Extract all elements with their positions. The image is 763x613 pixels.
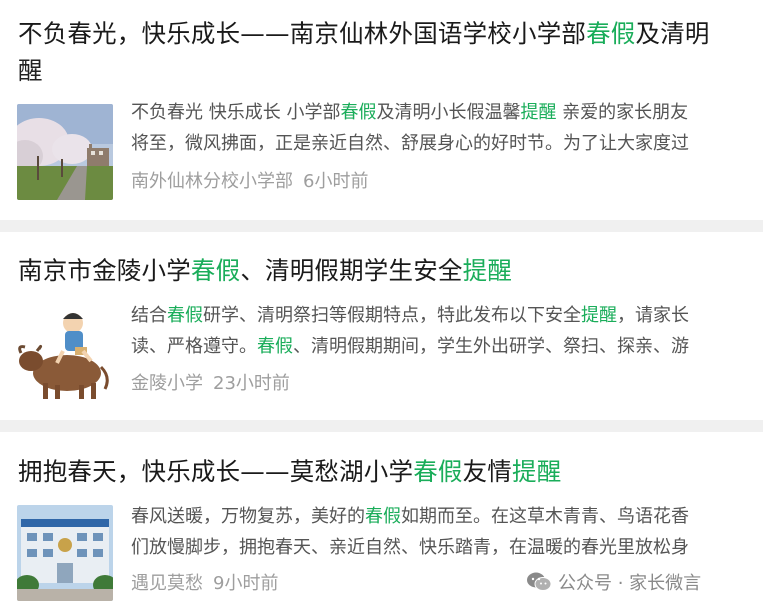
article-thumbnail[interactable] bbox=[17, 505, 113, 601]
text-segment: 、清明假期学生安全 bbox=[240, 256, 463, 285]
keyword-highlight: 提醒 bbox=[512, 457, 562, 486]
snippet-line: 春风送暖，万物复苏，美好的春假如期而至。在这草木青青、鸟语花香 bbox=[131, 501, 763, 532]
keyword-highlight: 醒 bbox=[18, 56, 43, 85]
keyword-highlight: 提醒 bbox=[520, 102, 557, 123]
article-meta: 金陵小学 23小时前 bbox=[131, 372, 290, 396]
school-building-photo bbox=[17, 505, 113, 601]
keyword-highlight: 春假 bbox=[586, 19, 636, 48]
article-source[interactable]: 遇见莫愁 bbox=[131, 573, 203, 594]
snippet-line: 结合春假研学、清明祭扫等假期特点，特此发布以下安全提醒，请家长 bbox=[131, 300, 763, 331]
separator bbox=[0, 420, 763, 432]
child-riding-ox-illustration bbox=[17, 305, 113, 401]
article-snippet: 春风送暖，万物复苏，美好的春假如期而至。在这草木青青、鸟语花香 们放慢脚步，拥抱… bbox=[131, 501, 763, 563]
keyword-highlight: 提醒 bbox=[581, 305, 617, 326]
keyword-highlight: 春假 bbox=[257, 336, 293, 357]
article-meta: 遇见莫愁 9小时前 bbox=[131, 572, 278, 596]
text-segment: 拥抱春天，快乐成长——莫愁湖小学 bbox=[18, 457, 414, 486]
keyword-highlight: 春假 bbox=[167, 305, 203, 326]
text-segment: 不负春光 快乐成长 小学部 bbox=[131, 102, 341, 123]
article-time: 6小时前 bbox=[303, 171, 369, 192]
article-time: 9小时前 bbox=[213, 573, 279, 594]
article-thumbnail[interactable] bbox=[17, 305, 113, 401]
snippet-line: 将至，微风拂面，正是亲近自然、舒展身心的好时节。为了让大家度过 bbox=[131, 128, 763, 159]
separator bbox=[0, 220, 763, 232]
campus-cherry-blossom-photo bbox=[17, 104, 113, 200]
keyword-highlight: 春假 bbox=[413, 457, 463, 486]
article-source[interactable]: 金陵小学 bbox=[131, 373, 203, 394]
watermark: 公众号 · 家长微言 bbox=[526, 568, 701, 596]
article-title[interactable]: 不负春光，快乐成长——南京仙林外国语学校小学部春假及清明 bbox=[18, 11, 710, 57]
article-card-1[interactable]: 不负春光，快乐成长——南京仙林外国语学校小学部春假及清明 醒 不负春光 快乐成长… bbox=[0, 0, 763, 220]
article-title-line2[interactable]: 醒 bbox=[18, 48, 43, 94]
article-time: 23小时前 bbox=[213, 373, 290, 394]
keyword-highlight: 提醒 bbox=[462, 256, 513, 285]
text-segment: 友情 bbox=[462, 457, 513, 486]
text-segment: 不负春光，快乐成长——南京仙林外国语学校小学部 bbox=[18, 19, 587, 48]
text-segment: 、清明假期期间，学生外出研学、祭扫、探亲、游 bbox=[293, 336, 689, 357]
snippet-line: 不负春光 快乐成长 小学部春假及清明小长假温馨提醒 亲爱的家长朋友 bbox=[131, 97, 763, 128]
article-meta: 南外仙林分校小学部 6小时前 bbox=[131, 170, 368, 194]
text-segment: 将至，微风拂面，正是亲近自然、舒展身心的好时节。为了让大家度过 bbox=[131, 133, 689, 154]
wechat-icon bbox=[527, 572, 552, 591]
article-title[interactable]: 南京市金陵小学春假、清明假期学生安全提醒 bbox=[18, 248, 512, 294]
article-snippet: 结合春假研学、清明祭扫等假期特点，特此发布以下安全提醒，请家长 读、严格遵守。春… bbox=[131, 300, 763, 362]
article-card-2[interactable]: 南京市金陵小学春假、清明假期学生安全提醒 结合春假研学、清明祭扫等假期特点，特此… bbox=[0, 232, 763, 420]
text-segment: ，请家长 bbox=[617, 305, 689, 326]
keyword-highlight: 春假 bbox=[365, 506, 401, 527]
text-segment: 及清明 bbox=[635, 19, 710, 48]
text-segment: 如期而至。在这草木青青、鸟语花香 bbox=[401, 506, 689, 527]
text-segment: 结合 bbox=[131, 305, 167, 326]
article-source[interactable]: 南外仙林分校小学部 bbox=[131, 171, 293, 192]
text-segment: 春风送暖，万物复苏，美好的 bbox=[131, 506, 365, 527]
article-title[interactable]: 拥抱春天，快乐成长——莫愁湖小学春假友情提醒 bbox=[18, 449, 561, 495]
watermark-text: 公众号 · 家长微言 bbox=[558, 573, 702, 594]
article-thumbnail[interactable] bbox=[17, 104, 113, 200]
article-snippet: 不负春光 快乐成长 小学部春假及清明小长假温馨提醒 亲爱的家长朋友 将至，微风拂… bbox=[131, 97, 763, 159]
text-segment: 读、严格遵守。 bbox=[131, 336, 257, 357]
snippet-line: 们放慢脚步，拥抱春天、亲近自然、快乐踏青，在温暖的春光里放松身 bbox=[131, 532, 763, 563]
text-segment: 们放慢脚步，拥抱春天、亲近自然、快乐踏青，在温暖的春光里放松身 bbox=[131, 537, 689, 558]
text-segment: 南京市金陵小学 bbox=[18, 256, 191, 285]
keyword-highlight: 春假 bbox=[340, 102, 377, 123]
text-segment: 亲爱的家长朋友 bbox=[556, 102, 689, 123]
snippet-line: 读、严格遵守。春假、清明假期期间，学生外出研学、祭扫、探亲、游 bbox=[131, 331, 763, 362]
text-segment: 研学、清明祭扫等假期特点，特此发布以下安全 bbox=[203, 305, 581, 326]
text-segment: 及清明小长假温馨 bbox=[376, 102, 521, 123]
keyword-highlight: 春假 bbox=[190, 256, 241, 285]
